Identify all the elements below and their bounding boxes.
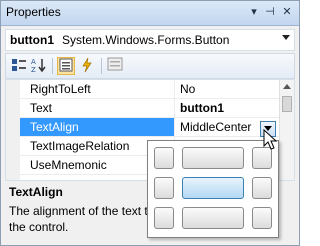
align-middlecenter-button[interactable] [182,177,244,199]
dropdown-menu-icon[interactable]: ▾ [247,5,261,19]
alignment-picker [147,140,279,238]
property-name: RightToLeft [30,82,91,96]
align-topleft-button[interactable] [154,147,174,169]
align-middleright-button[interactable] [252,177,272,199]
property-name: UseMnemonic [30,158,107,172]
svg-text:Z: Z [31,66,36,73]
mouse-cursor-icon [263,129,278,150]
property-row-textalign[interactable]: TextAlign MiddleCenter [20,118,280,137]
property-toolbar: AZ [5,53,295,79]
property-row-righttoleft[interactable]: RightToLeft No [20,80,280,99]
scroll-up-icon[interactable] [283,84,291,89]
property-value[interactable]: No [180,82,195,96]
align-middleleft-button[interactable] [154,177,174,199]
chevron-down-icon[interactable] [282,35,290,40]
events-icon[interactable] [78,57,96,75]
vertical-scrollbar[interactable] [279,80,294,180]
toolbar-separator [101,58,102,74]
close-icon[interactable]: ✕ [280,5,294,19]
toolbar-separator [52,58,53,74]
property-pages-icon[interactable] [106,57,124,75]
align-bottomcenter-button[interactable] [182,207,244,229]
object-type: System.Windows.Forms.Button [62,33,230,47]
property-name: Text [30,101,53,115]
align-bottomright-button[interactable] [252,207,272,229]
alphabetical-icon[interactable]: AZ [30,57,48,75]
property-value[interactable]: button1 [180,101,224,115]
pin-icon[interactable]: ⊣ [263,5,277,19]
property-name: TextImageRelation [30,139,130,153]
description-title: TextAlign [9,185,63,199]
property-row-text[interactable]: Text button1 [20,99,280,118]
grid-gutter [6,80,20,180]
column-splitter[interactable] [174,99,175,117]
svg-text:A: A [31,58,36,66]
property-name: TextAlign [30,120,79,134]
categorized-icon[interactable] [10,57,28,75]
window-title: Properties [6,5,61,19]
property-value[interactable]: MiddleCenter [180,120,251,134]
column-splitter[interactable] [174,118,175,136]
object-selector[interactable]: button1 System.Windows.Forms.Button [5,29,295,51]
object-name: button1 [10,33,54,47]
properties-window: Properties ▾ ⊣ ✕ button1 System.Windows.… [0,0,300,246]
properties-icon[interactable] [57,57,75,75]
align-topcenter-button[interactable] [182,147,244,169]
column-splitter[interactable] [174,80,175,98]
align-bottomleft-button[interactable] [154,207,174,229]
scroll-thumb[interactable] [282,96,292,112]
title-bar[interactable]: Properties ▾ ⊣ ✕ [1,1,299,26]
